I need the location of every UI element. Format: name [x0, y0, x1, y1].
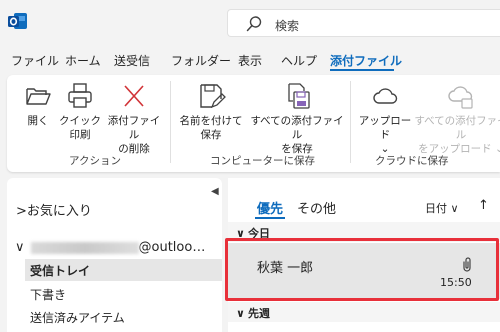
- menu-help[interactable]: ヘルプ: [281, 52, 317, 69]
- save-as-label-2: 保存: [200, 129, 222, 141]
- menu-send-receive[interactable]: 送受信: [114, 52, 150, 69]
- menu-home[interactable]: ホーム: [65, 52, 101, 69]
- sort-direction-arrow-icon[interactable]: ↑: [478, 198, 489, 213]
- sort-by-date-button[interactable]: 日付 ∨: [425, 200, 459, 216]
- cloud-upload-all-icon: [448, 86, 473, 109]
- account-domain: @outloo…: [138, 240, 206, 255]
- ribbon: 開く クイック 印刷 添付ファイル の削除 アクション 名前を付けて 保存 すべ…: [7, 75, 500, 172]
- save-as-icon: [200, 84, 226, 109]
- chevron-down-icon: ∨: [15, 240, 25, 255]
- save-all-icon: [288, 83, 310, 109]
- highlight-box: [225, 238, 499, 301]
- menu-folder[interactable]: フォルダー: [171, 52, 231, 69]
- quick-print-label-1: クイック: [59, 115, 101, 127]
- quick-print-button[interactable]: クイック 印刷: [55, 81, 105, 142]
- open-label: 開く: [27, 115, 49, 127]
- chevron-down-icon: ∨: [236, 307, 245, 320]
- printer-icon: [68, 83, 92, 108]
- save-as-button[interactable]: 名前を付けて 保存: [175, 81, 247, 142]
- upload-label: アップロード: [358, 115, 412, 141]
- account-name-redacted: [30, 241, 139, 254]
- group-header-last-week[interactable]: ∨ 先週: [228, 302, 500, 322]
- title-bar: 検索: [0, 0, 500, 44]
- upload-all-label-1: すべての添付ファイル: [414, 115, 500, 141]
- group-label-save-to-cloud: クラウドに保存: [375, 155, 449, 167]
- group-label-last-week: 先週: [248, 307, 270, 320]
- folder-open-icon: [26, 88, 51, 105]
- folder-pane: ◀ >お気に入り ∨ @outloo… 受信トレイ 下書き 送信済みアイテム: [7, 178, 222, 332]
- account-header[interactable]: ∨ @outloo…: [15, 240, 205, 255]
- folder-item-inbox[interactable]: 受信トレイ: [25, 259, 222, 281]
- focused-tab-indicator: [255, 217, 285, 219]
- menu-bar: ファイル ホーム 送受信 フォルダー 表示 ヘルプ 添付ファイル: [0, 49, 500, 71]
- menu-file[interactable]: ファイル: [11, 52, 59, 69]
- menu-view[interactable]: 表示: [238, 52, 262, 69]
- tab-focused[interactable]: 優先: [257, 198, 283, 217]
- active-tab-indicator: [330, 69, 394, 71]
- upload-all-attachments-button[interactable]: すべての添付ファイル をアップロード ⌄: [411, 81, 500, 156]
- ribbon-separator: [170, 81, 171, 163]
- upload-button[interactable]: アップロード ⌄: [355, 81, 415, 156]
- search-icon: [245, 15, 263, 33]
- favorites-label: お気に入り: [26, 204, 92, 219]
- ribbon-separator: [350, 81, 351, 163]
- cloud-upload-icon: [373, 88, 398, 104]
- sort-label: 日付: [425, 202, 447, 215]
- tab-other[interactable]: その他: [297, 198, 336, 217]
- favorites-header[interactable]: >お気に入り: [16, 200, 92, 219]
- outlook-logo-icon[interactable]: [8, 12, 28, 30]
- chevron-right-icon: >: [16, 204, 27, 219]
- save-all-attachments-button[interactable]: すべての添付ファイル を保存: [247, 81, 347, 156]
- folder-item-drafts[interactable]: 下書き: [30, 286, 66, 303]
- open-button[interactable]: 開く: [17, 81, 59, 128]
- group-label-actions: アクション: [69, 155, 121, 167]
- search-box[interactable]: 検索: [227, 9, 500, 37]
- delete-x-icon: [124, 85, 144, 107]
- delete-attachment-label-1: 添付ファイル: [107, 115, 161, 141]
- folder-item-sent[interactable]: 送信済みアイテム: [30, 309, 125, 326]
- collapse-pane-icon[interactable]: ◀: [211, 186, 219, 197]
- save-as-label-1: 名前を付けて: [179, 115, 243, 127]
- delete-attachment-button[interactable]: 添付ファイル の削除: [103, 81, 165, 156]
- save-all-label-1: すべての添付ファイル: [250, 115, 344, 141]
- menu-attachments[interactable]: 添付ファイル: [330, 52, 402, 69]
- quick-print-label-2: 印刷: [69, 129, 91, 141]
- search-placeholder: 検索: [275, 19, 300, 33]
- group-label-save-to-computer: コンピューターに保存: [210, 155, 315, 167]
